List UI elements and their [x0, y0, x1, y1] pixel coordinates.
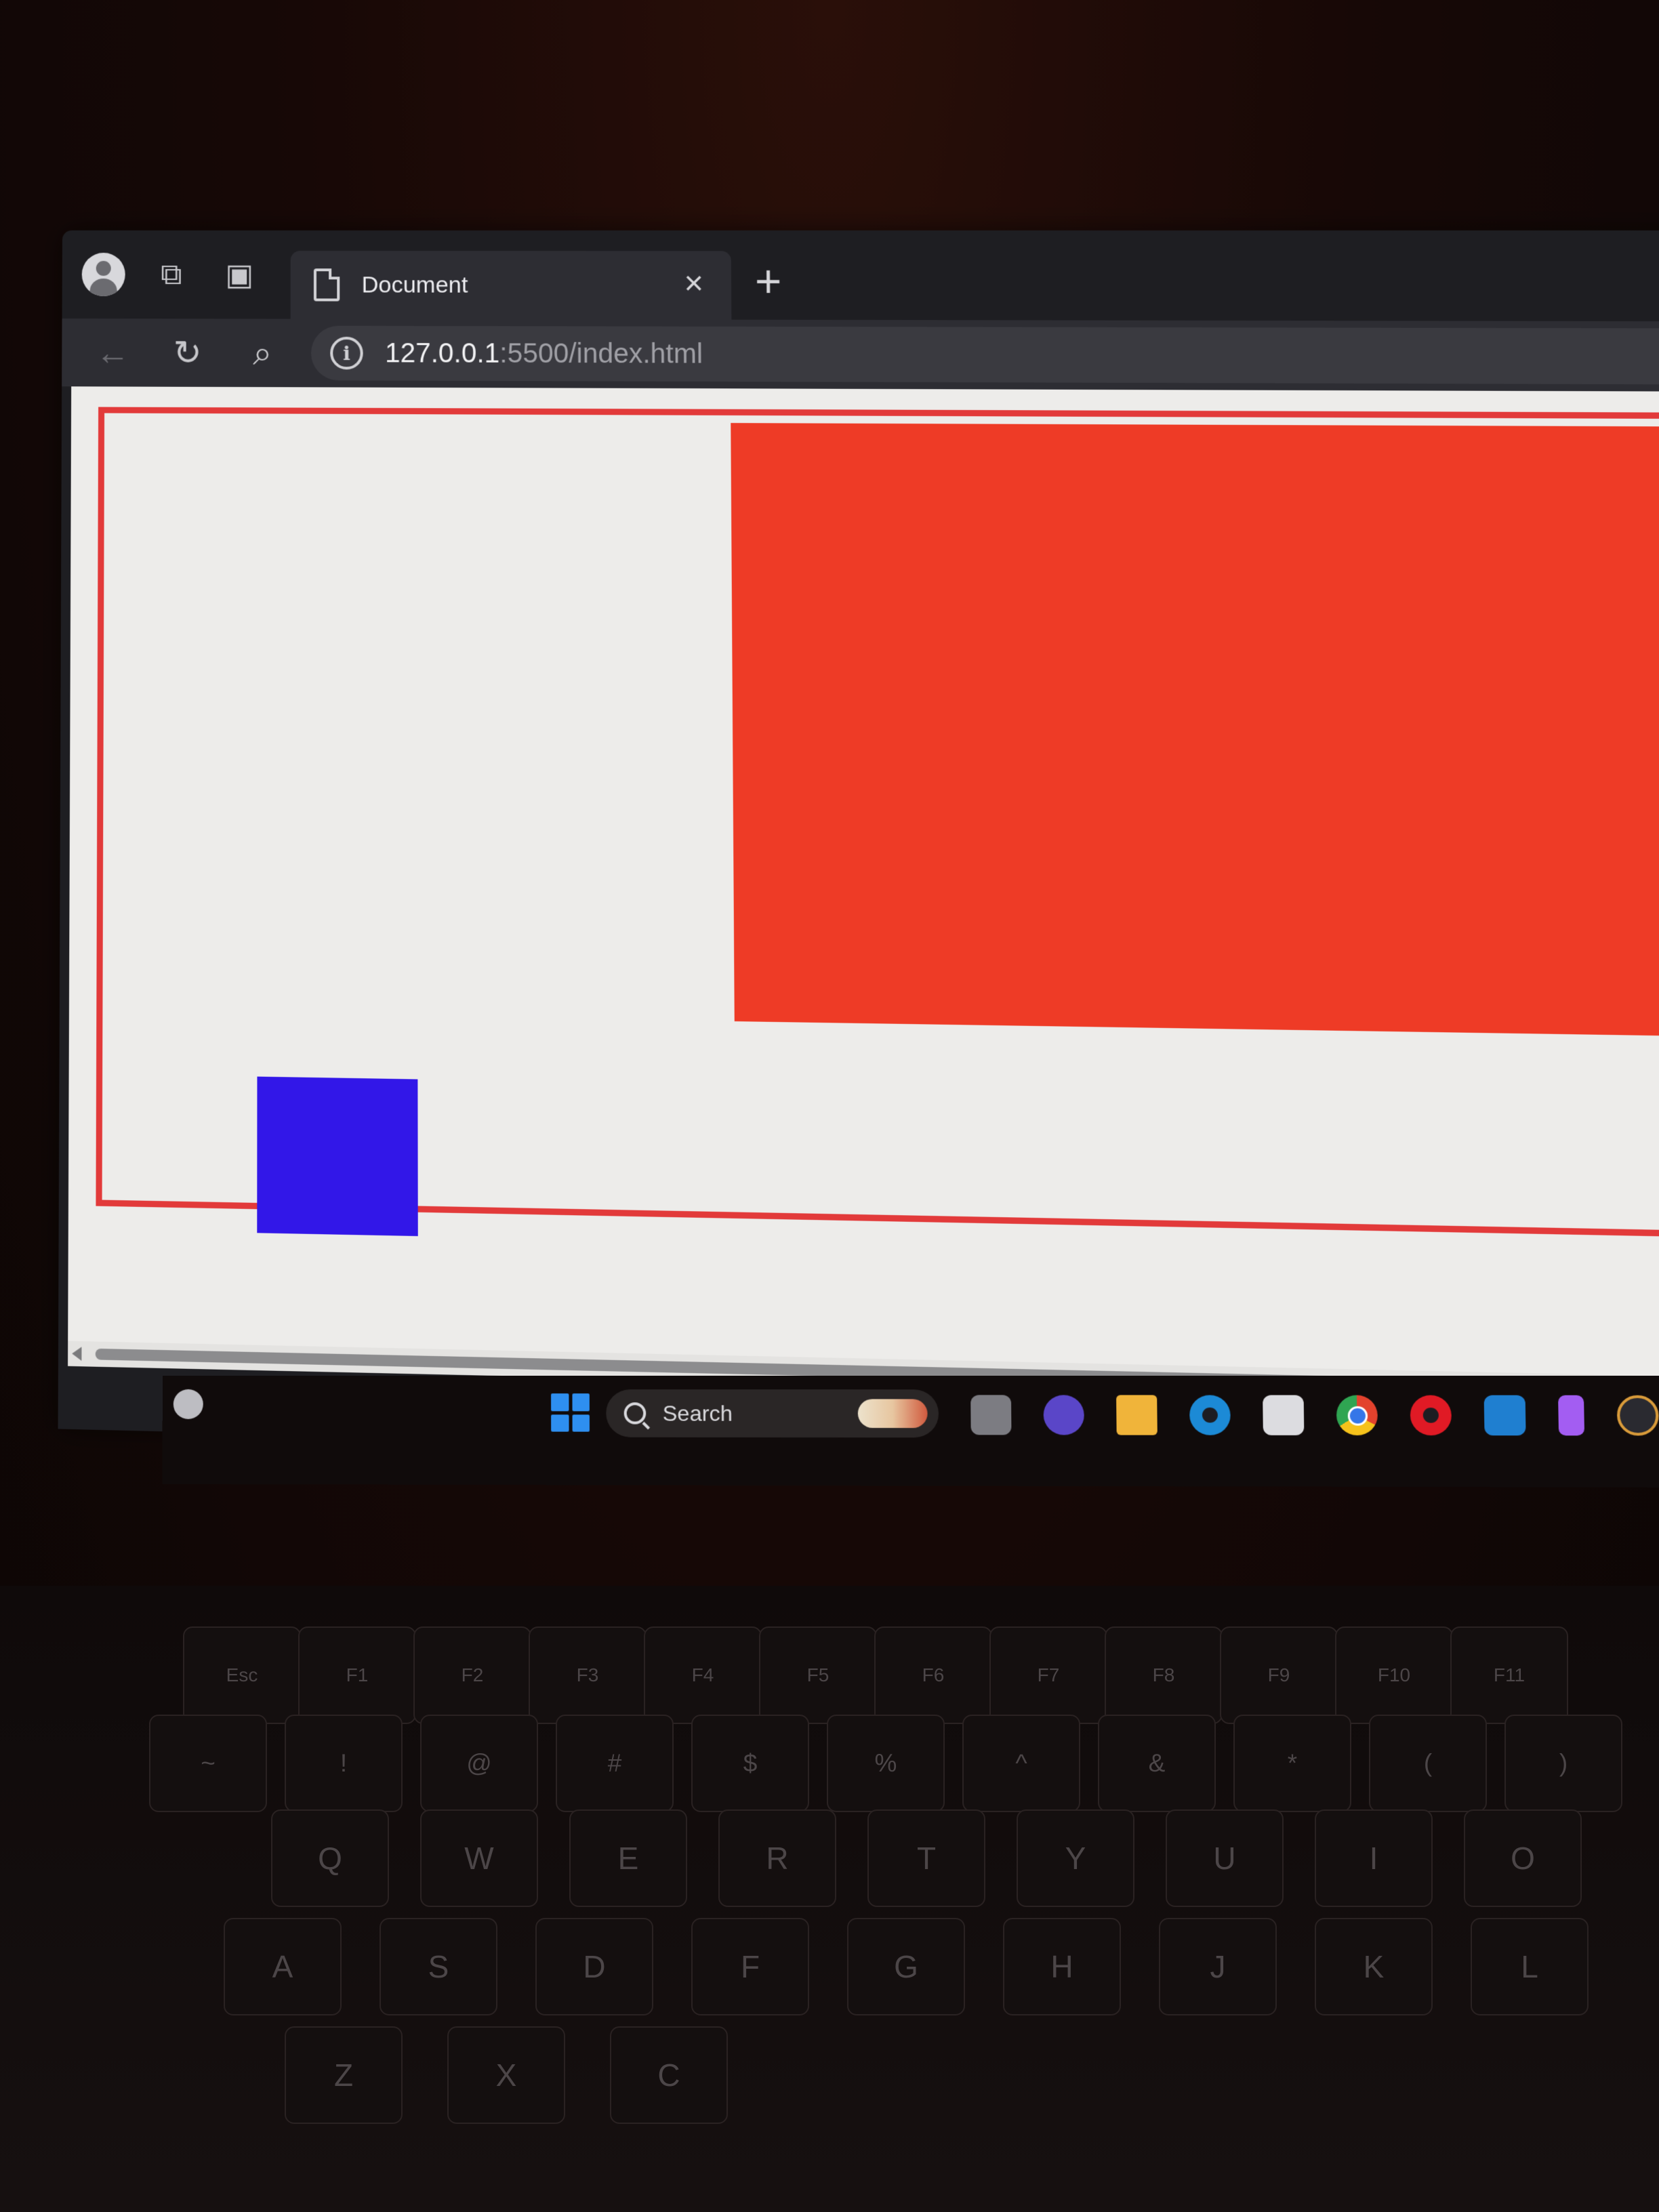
task-view-icon[interactable]	[970, 1395, 1012, 1435]
key-4: F4	[644, 1626, 762, 1724]
back-button[interactable]: ←	[89, 333, 136, 372]
key-1: W	[420, 1809, 538, 1907]
taskbar-search-label: Search	[662, 1400, 733, 1426]
key-0: Esc	[183, 1626, 301, 1724]
taskbar-search[interactable]: Search	[606, 1389, 939, 1438]
key-2: F2	[413, 1626, 531, 1724]
key-10: )	[1504, 1715, 1622, 1812]
key-5: %	[827, 1715, 945, 1812]
taskbar: Search	[162, 1376, 1659, 1488]
key-5: H	[1003, 1918, 1121, 2015]
profile-button[interactable]	[77, 248, 130, 301]
key-0: A	[224, 1918, 342, 2015]
key-0: Z	[285, 2026, 403, 2124]
url-text: 127.0.0.1:5500/index.html	[385, 338, 703, 370]
key-1: S	[380, 1918, 497, 2015]
key-2: E	[569, 1809, 687, 1907]
key-8: F8	[1105, 1626, 1223, 1724]
key-11: F11	[1450, 1626, 1568, 1724]
blue-box	[257, 1076, 418, 1237]
workspaces-button[interactable]: ⧉	[145, 248, 198, 301]
opera-icon[interactable]	[1410, 1395, 1452, 1436]
key-6: U	[1166, 1809, 1284, 1907]
key-4: T	[867, 1809, 985, 1907]
tab-title: Document	[361, 271, 468, 298]
search-highlight-image	[857, 1399, 928, 1429]
key-7: F7	[989, 1626, 1107, 1724]
workspaces-icon: ⧉	[161, 258, 182, 291]
meet-icon[interactable]	[1043, 1395, 1085, 1435]
search-button[interactable]: ⌕	[239, 333, 287, 373]
key-3: R	[718, 1809, 836, 1907]
chrome-icon[interactable]	[1336, 1395, 1378, 1436]
red-box	[731, 423, 1659, 1038]
key-8: *	[1233, 1715, 1351, 1812]
vscode-icon[interactable]	[1483, 1395, 1526, 1436]
file-explorer-icon[interactable]	[1116, 1395, 1158, 1435]
key-5: F5	[759, 1626, 877, 1724]
key-4: $	[691, 1715, 809, 1812]
scroll-left-arrow-icon[interactable]	[72, 1347, 82, 1361]
sidebar-button[interactable]: ▣	[213, 248, 266, 301]
key-8: L	[1471, 1918, 1589, 2015]
key-3: F	[691, 1918, 809, 2015]
key-0: ~	[149, 1715, 267, 1812]
media-player-icon[interactable]	[1616, 1395, 1659, 1436]
sidebar-icon: ▣	[225, 258, 254, 291]
key-8: O	[1464, 1809, 1582, 1907]
key-9: F9	[1220, 1626, 1338, 1724]
key-7: K	[1315, 1918, 1433, 2015]
tab-close-button[interactable]: ×	[673, 265, 715, 303]
address-bar[interactable]: i 127.0.0.1:5500/index.html	[310, 325, 1659, 385]
key-0: Q	[271, 1809, 389, 1907]
key-1: !	[285, 1715, 403, 1812]
search-icon	[623, 1402, 647, 1425]
url-host: 127.0.0.1	[385, 337, 500, 369]
laptop-keyboard: Esc F1 F2 F3 F4 F5 F6 F7 F8 F9 F10 F11 ~! @ # $% ^ & *() …	[0, 1586, 1659, 2212]
url-path: :5500/index.html	[499, 337, 703, 369]
key-3: F3	[529, 1626, 647, 1724]
document-icon	[313, 268, 340, 302]
key-1: F1	[298, 1626, 416, 1724]
key-9: (	[1369, 1715, 1487, 1812]
store-icon[interactable]	[1263, 1395, 1305, 1435]
key-1: X	[447, 2026, 565, 2124]
key-7: &	[1098, 1715, 1216, 1812]
key-5: Y	[1017, 1809, 1134, 1907]
key-2: @	[420, 1715, 538, 1812]
key-10: F10	[1335, 1626, 1453, 1724]
key-2: D	[535, 1918, 653, 2015]
edge-icon[interactable]	[1189, 1395, 1231, 1435]
key-3: #	[556, 1715, 674, 1812]
navigation-toolbar: ← ↻ ⌕ i 127.0.0.1:5500/index.html	[62, 318, 1659, 392]
key-6: J	[1159, 1918, 1277, 2015]
new-tab-button[interactable]: +	[755, 255, 782, 307]
page-viewport	[68, 386, 1659, 1404]
windows-start-icon[interactable]	[551, 1393, 590, 1432]
tab-document[interactable]: Document ×	[290, 251, 732, 320]
figma-icon[interactable]	[1558, 1395, 1585, 1436]
browser-window: ⧉ ▣ Document × + ← ↻ ⌕ i 127.0.0.1:5500/…	[58, 230, 1659, 1469]
key-7: I	[1315, 1809, 1433, 1907]
key-4: G	[847, 1918, 965, 2015]
site-info-icon[interactable]: i	[330, 336, 363, 370]
reload-button[interactable]: ↻	[163, 333, 211, 372]
key-2: C	[610, 2026, 728, 2124]
key-6: F6	[874, 1626, 992, 1724]
profile-icon	[81, 252, 125, 297]
key-6: ^	[962, 1715, 1080, 1812]
tab-bar: ⧉ ▣ Document × +	[62, 230, 1659, 321]
widgets-icon[interactable]	[173, 1389, 203, 1420]
